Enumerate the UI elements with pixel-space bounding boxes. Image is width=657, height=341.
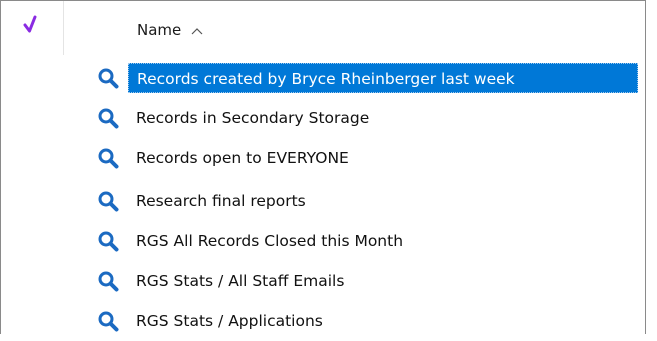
checkmark-column-header[interactable] [21, 11, 47, 41]
list-item-label: Research final reports [136, 192, 306, 210]
checkmark-icon [23, 15, 37, 33]
list-item-label: RGS All Records Closed this Month [136, 232, 404, 250]
list-item[interactable]: Research final reports [1, 181, 645, 221]
list-item[interactable]: RGS Stats / Applications [1, 301, 645, 341]
list-item[interactable]: Records in Secondary Storage [1, 98, 645, 138]
name-column-header[interactable]: Name [137, 21, 203, 39]
name-column-label: Name [137, 21, 182, 39]
list-item[interactable]: Records open to EVERYONE [1, 138, 645, 178]
list-item[interactable]: RGS All Records Closed this Month [1, 221, 645, 261]
search-icon [98, 271, 119, 292]
search-icon [98, 311, 119, 332]
list-item-label: RGS Stats / Applications [136, 312, 323, 330]
column-divider[interactable] [63, 1, 64, 55]
list-header: Name [1, 1, 645, 55]
search-icon [98, 191, 119, 212]
saved-searches-list: Name Records created by Bryce Rheinberge… [0, 0, 646, 334]
search-icon [98, 231, 119, 252]
sort-ascending-icon [191, 28, 203, 35]
list-item[interactable]: Records created by Bryce Rheinberger las… [1, 58, 645, 98]
list-item-label: Records open to EVERYONE [136, 149, 349, 167]
list-item[interactable]: RGS Stats / All Staff Emails [1, 261, 645, 301]
list-item-label: Records in Secondary Storage [136, 109, 370, 127]
search-icon [98, 68, 119, 89]
list-item-label: Records created by Bryce Rheinberger las… [128, 63, 638, 93]
search-icon [98, 108, 119, 129]
search-icon [98, 148, 119, 169]
list-item-label: RGS Stats / All Staff Emails [136, 272, 345, 290]
